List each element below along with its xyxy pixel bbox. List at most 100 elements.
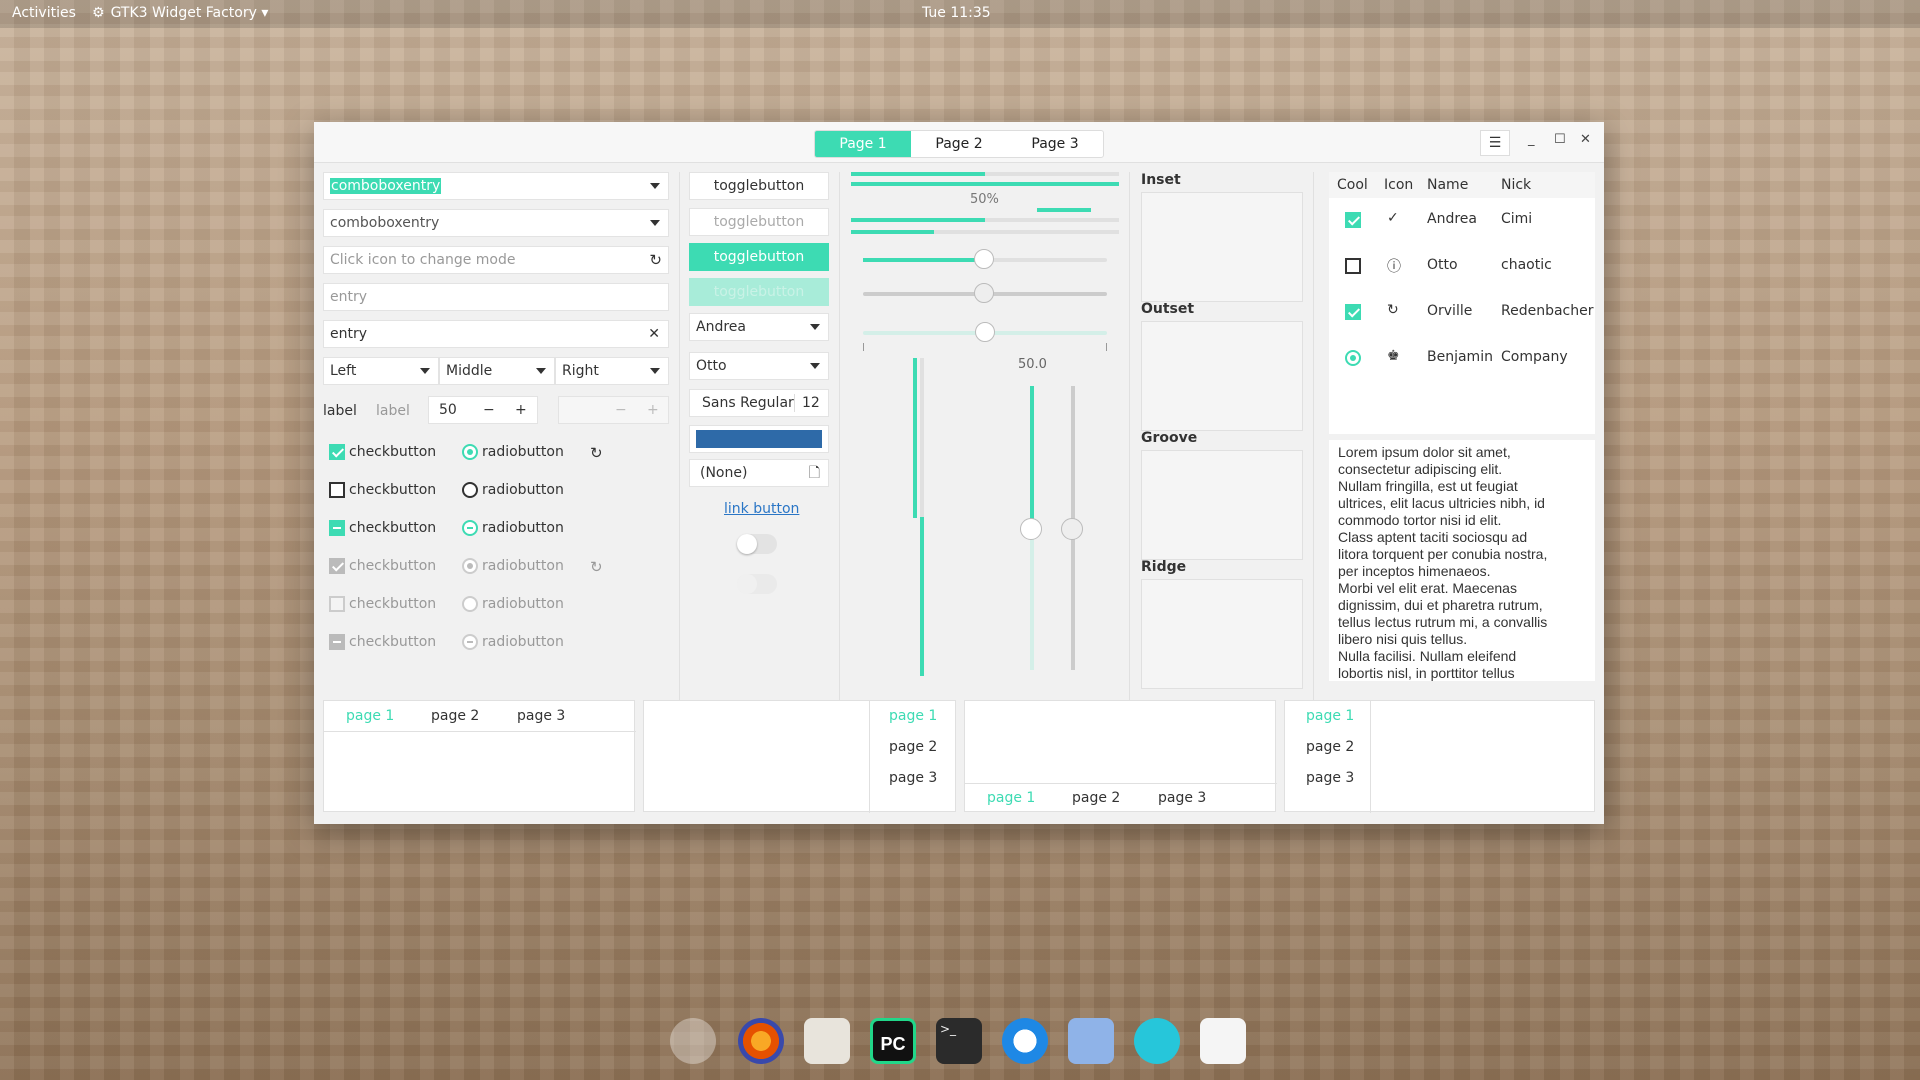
checkbox-checked[interactable]: [329, 444, 345, 460]
radio-unselected[interactable]: [462, 482, 478, 498]
text-view[interactable]: Lorem ipsum dolor sit amet, consectetur …: [1329, 440, 1595, 681]
notebook-tab[interactable]: page 1: [1306, 708, 1354, 724]
minimize-icon[interactable]: _: [1528, 132, 1535, 147]
notebook-tab[interactable]: page 2: [1072, 790, 1120, 806]
vscale-1[interactable]: [1020, 386, 1042, 670]
notebook-tab[interactable]: page 1: [987, 790, 1035, 806]
help-icon[interactable]: [670, 1018, 716, 1064]
combobox-entry-1[interactable]: comboboxentry: [323, 172, 669, 200]
align-middle-combo[interactable]: Middle: [439, 357, 555, 385]
notebook-tab[interactable]: page 1: [889, 708, 937, 724]
pycharm-icon[interactable]: PC: [870, 1018, 916, 1064]
font-name: Sans Regular: [702, 395, 794, 411]
checkbutton-3[interactable]: checkbutton: [329, 520, 436, 536]
font-button[interactable]: Sans Regular 12: [689, 389, 829, 417]
tree-cell-nick: Redenbacher: [1501, 303, 1594, 319]
notebook-tab[interactable]: page 3: [1158, 790, 1206, 806]
audio-icon[interactable]: [1134, 1018, 1180, 1064]
tree-row[interactable]: ↻ Orville Redenbacher: [1329, 290, 1595, 336]
settings-icon[interactable]: [1200, 1018, 1246, 1064]
notebook-tab[interactable]: page 3: [1306, 770, 1354, 786]
notebook-tab[interactable]: page 3: [889, 770, 937, 786]
notebook-tab[interactable]: page 2: [889, 739, 937, 755]
checkbox-mixed[interactable]: [329, 520, 345, 536]
togglebutton-1[interactable]: togglebutton: [689, 172, 829, 200]
firefox-icon[interactable]: [738, 1018, 784, 1064]
frame-label-ridge: Ridge: [1141, 559, 1187, 575]
update-icon[interactable]: [1002, 1018, 1048, 1064]
radiobutton-5: radiobutton: [462, 596, 564, 612]
radiobutton-2[interactable]: radiobutton: [462, 482, 564, 498]
color-button[interactable]: [689, 425, 829, 453]
file-chooser-button[interactable]: (None) 🗋: [689, 459, 829, 487]
radiobutton-6: radiobutton: [462, 634, 564, 650]
togglebutton-3[interactable]: togglebutton: [689, 243, 829, 271]
mail-icon[interactable]: [1068, 1018, 1114, 1064]
close-icon[interactable]: ✕: [1580, 132, 1591, 147]
refresh-icon[interactable]: ↻: [649, 247, 662, 273]
progress-bar-levels: [851, 230, 1119, 234]
notebook-tab[interactable]: page 2: [1306, 739, 1354, 755]
entry-field[interactable]: entry ✕: [323, 320, 669, 348]
checkbox-unchecked[interactable]: [329, 482, 345, 498]
tree-radio[interactable]: [1345, 350, 1361, 366]
hscale-3[interactable]: [863, 322, 1107, 342]
scale-handle[interactable]: [974, 249, 994, 269]
tree-row[interactable]: ⓘ Otto chaotic: [1329, 244, 1595, 290]
combo-andrea[interactable]: Andrea: [689, 313, 829, 341]
clear-icon[interactable]: ✕: [648, 321, 660, 347]
tree-header-name[interactable]: Name: [1427, 177, 1468, 193]
maximize-icon[interactable]: ☐: [1554, 132, 1566, 147]
clock[interactable]: Tue 11:35: [922, 5, 991, 21]
combo-otto[interactable]: Otto: [689, 352, 829, 380]
align-left-combo[interactable]: Left: [323, 357, 439, 385]
frame-label-groove: Groove: [1141, 430, 1198, 446]
switch-1[interactable]: [737, 534, 777, 554]
tree-checkbox[interactable]: [1345, 212, 1361, 228]
tree-checkbox[interactable]: [1345, 258, 1361, 274]
tree-row[interactable]: ✓ Andrea Cimi: [1329, 198, 1595, 244]
spin-button-disabled: − +: [558, 396, 669, 424]
activities-button[interactable]: Activities: [12, 5, 76, 21]
tree-header-nick[interactable]: Nick: [1501, 177, 1531, 193]
combobox-entry-2[interactable]: comboboxentry: [323, 209, 669, 237]
progress-fill: [851, 230, 935, 234]
notebook-tab[interactable]: page 2: [431, 708, 479, 724]
radio-mixed[interactable]: [462, 520, 478, 536]
tab-page-2[interactable]: Page 2: [911, 131, 1007, 157]
tab-page-1[interactable]: Page 1: [815, 131, 911, 157]
link-button[interactable]: link button: [724, 501, 799, 517]
terminal-icon[interactable]: >_: [936, 1018, 982, 1064]
mode-entry[interactable]: Click icon to change mode ↻: [323, 246, 669, 274]
spin-button[interactable]: 50 − +: [428, 396, 538, 424]
notebook-tab[interactable]: page 3: [517, 708, 565, 724]
notebook-tab[interactable]: page 1: [346, 708, 394, 724]
scale-handle[interactable]: [975, 322, 995, 342]
combo-label: Otto: [696, 358, 727, 374]
checkbutton-2[interactable]: checkbutton: [329, 482, 436, 498]
spin-value: 50: [439, 402, 457, 418]
app-menu[interactable]: ⚙ GTK3 Widget Factory ▾: [92, 5, 268, 21]
tree-checkbox[interactable]: [1345, 304, 1361, 320]
radiobutton-3[interactable]: radiobutton: [462, 520, 564, 536]
tab-page-3[interactable]: Page 3: [1007, 131, 1103, 157]
scale-handle[interactable]: [1020, 518, 1042, 540]
combo-label: Left: [330, 363, 357, 379]
frame-label-inset: Inset: [1141, 172, 1181, 188]
checkbutton-1[interactable]: checkbutton: [329, 444, 436, 460]
tree-header-icon[interactable]: Icon: [1384, 177, 1413, 193]
frame-ridge: [1141, 579, 1303, 689]
tree-cell-name: Benjamin: [1427, 349, 1493, 365]
hamburger-icon[interactable]: ☰: [1480, 130, 1510, 156]
radiobutton-label: radiobutton: [482, 444, 564, 460]
entry-placeholder-field[interactable]: entry: [323, 283, 669, 311]
minus-icon[interactable]: −: [483, 397, 495, 423]
radiobutton-1[interactable]: radiobutton: [462, 444, 564, 460]
hscale-1[interactable]: [863, 249, 1107, 269]
files-icon[interactable]: [804, 1018, 850, 1064]
plus-icon[interactable]: +: [515, 397, 527, 423]
tree-header-cool[interactable]: Cool: [1337, 177, 1368, 193]
radio-selected[interactable]: [462, 444, 478, 460]
align-right-combo[interactable]: Right: [555, 357, 669, 385]
tree-row[interactable]: ♚ Benjamin Company: [1329, 336, 1595, 382]
